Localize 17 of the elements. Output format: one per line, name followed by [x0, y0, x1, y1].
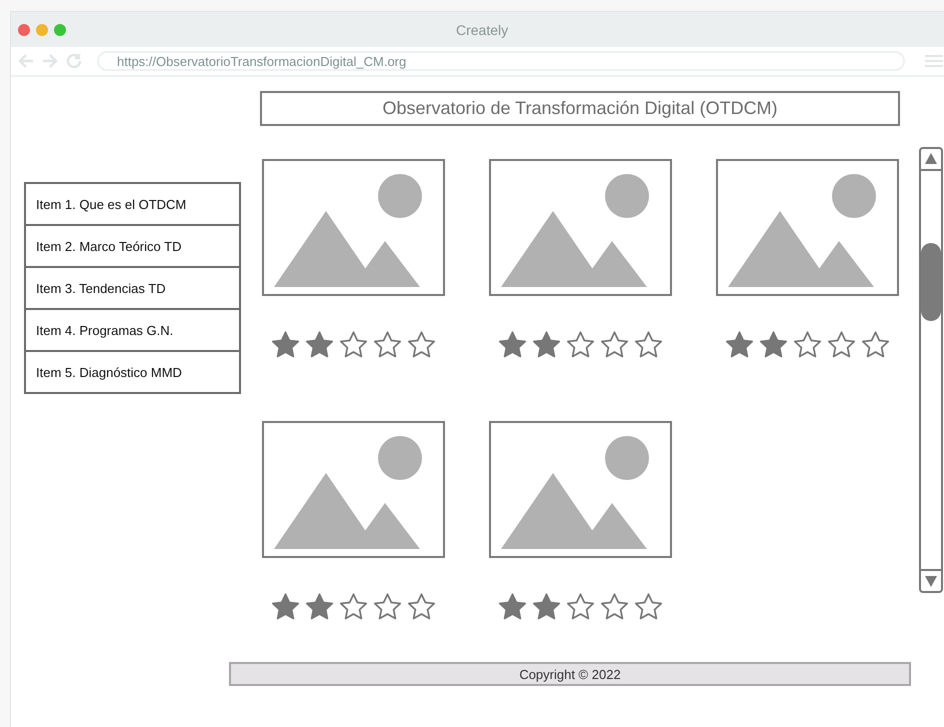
- menu-item[interactable]: Item 5. Diagnóstico MMD: [26, 350, 239, 392]
- window-title: Creately: [456, 22, 508, 38]
- menu-item[interactable]: Item 3. Tendencias TD: [26, 266, 239, 308]
- page-heading: Observatorio de Transformación Digital (OTDCM): [260, 91, 900, 126]
- back-icon[interactable]: [17, 53, 35, 69]
- scroll-thumb[interactable]: [921, 243, 941, 321]
- minimize-icon[interactable]: [36, 24, 48, 36]
- maximize-icon[interactable]: [54, 24, 66, 36]
- menu-item[interactable]: Item 2. Marco Teórico TD: [26, 224, 239, 266]
- forward-icon[interactable]: [41, 53, 59, 69]
- scrollbar[interactable]: [919, 147, 943, 593]
- close-icon[interactable]: [18, 24, 30, 36]
- reload-icon[interactable]: [65, 52, 83, 70]
- menu-icon[interactable]: [925, 54, 943, 68]
- menu-item[interactable]: Item 1. Que es el OTDCM: [26, 184, 239, 224]
- menu-item[interactable]: Item 4. Programas G.N.: [26, 308, 239, 350]
- copyright-footer: Copyright © 2022: [229, 662, 911, 686]
